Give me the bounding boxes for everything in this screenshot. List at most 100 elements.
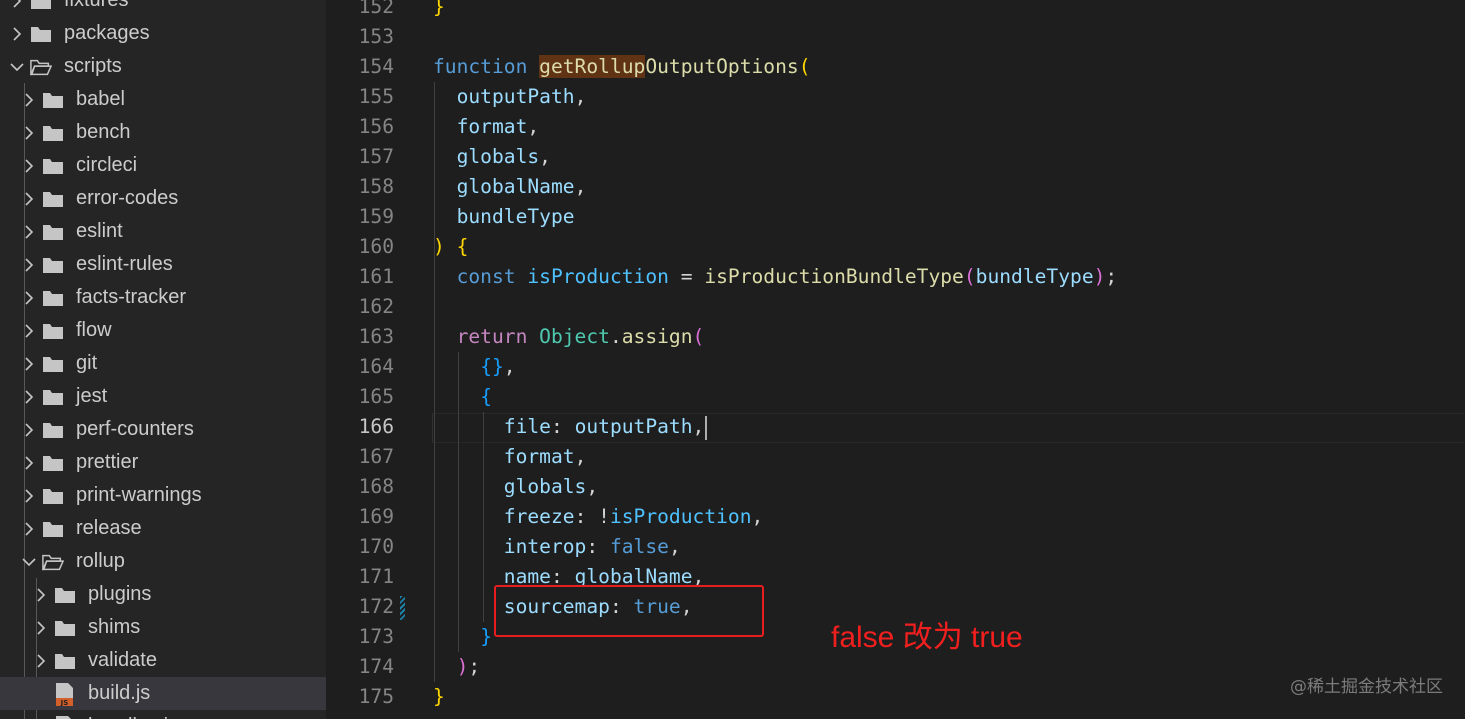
tree-item-label: packages xyxy=(64,22,150,44)
annotation-text: false 改为 true xyxy=(831,621,1023,654)
tree-item-label: scripts xyxy=(64,55,122,77)
tree-item-git[interactable]: git xyxy=(0,347,326,380)
code-line[interactable]: bundleType xyxy=(433,202,575,232)
line-number: 159 xyxy=(358,205,394,228)
chevron-right-icon xyxy=(22,182,36,215)
code-line[interactable]: interop: false, xyxy=(433,532,681,562)
code-line[interactable]: globals, xyxy=(433,142,551,172)
code-line[interactable]: { xyxy=(433,382,492,412)
chevron-right-icon xyxy=(22,149,36,182)
line-number: 170 xyxy=(358,535,394,558)
folder-icon xyxy=(42,190,64,208)
code-line[interactable]: return Object.assign( xyxy=(433,322,705,352)
tree-item-label: bundles.js xyxy=(88,715,178,719)
folder-icon xyxy=(30,0,52,10)
code-token: false xyxy=(609,535,669,558)
tree-item-label: plugins xyxy=(88,583,152,605)
tree-item-facts-tracker[interactable]: facts-tracker xyxy=(0,281,326,314)
tree-item-validate[interactable]: validate xyxy=(0,644,326,677)
code-line[interactable]: format, xyxy=(433,112,540,142)
code-token: const xyxy=(456,265,516,288)
code-line[interactable]: function getRollupOutputOptions( xyxy=(433,52,811,82)
tree-item-error-codes[interactable]: error-codes xyxy=(0,182,326,215)
code-line[interactable]: } xyxy=(433,0,445,22)
code-token: assign xyxy=(621,325,693,348)
chevron-right-icon xyxy=(22,314,36,347)
tree-item-release[interactable]: release xyxy=(0,512,326,545)
tree-item-babel[interactable]: babel xyxy=(0,83,326,116)
code-line[interactable]: globals, xyxy=(433,472,598,502)
code-line[interactable]: globalName, xyxy=(433,172,587,202)
tree-item-label: flow xyxy=(76,319,112,341)
tree-item-bundles-js[interactable]: JSbundles.js xyxy=(0,710,326,719)
tree-item-flow[interactable]: flow xyxy=(0,314,326,347)
code-line[interactable]: } xyxy=(433,682,445,712)
code-line[interactable]: ); xyxy=(433,652,481,682)
code-token: format xyxy=(456,115,528,138)
code-token: = xyxy=(668,265,705,288)
tree-item-eslint[interactable]: eslint xyxy=(0,215,326,248)
tree-item-label: build.js xyxy=(88,682,151,704)
code-token: : xyxy=(550,415,575,438)
tree-item-prettier[interactable]: prettier xyxy=(0,446,326,479)
line-number: 166 xyxy=(358,415,394,438)
tree-item-scripts[interactable]: scripts xyxy=(0,50,326,83)
tree-item-print-warnings[interactable]: print-warnings xyxy=(0,479,326,512)
tree-item-bench[interactable]: bench xyxy=(0,116,326,149)
code-token: , xyxy=(503,355,516,378)
code-line[interactable]: } xyxy=(433,622,492,652)
folder-icon xyxy=(42,256,64,274)
tree-item-perf-counters[interactable]: perf-counters xyxy=(0,413,326,446)
code-line[interactable]: outputPath, xyxy=(433,82,587,112)
tree-item-label: shims xyxy=(88,616,141,638)
code-line[interactable]: const isProduction = isProductionBundleT… xyxy=(433,262,1118,292)
code-token: {} xyxy=(480,355,504,378)
code-token: { xyxy=(480,385,492,408)
code-line[interactable]: {}, xyxy=(433,352,516,382)
tree-item-shims[interactable]: shims xyxy=(0,611,326,644)
tree-item-label: bench xyxy=(76,121,131,143)
folder-icon xyxy=(42,388,64,406)
tree-item-packages[interactable]: packages xyxy=(0,17,326,50)
tree-item-label: facts-tracker xyxy=(76,286,187,308)
code-token: : xyxy=(586,535,610,558)
folder-icon xyxy=(42,289,64,307)
line-number: 175 xyxy=(358,685,394,708)
folder-icon xyxy=(42,421,64,439)
code-line[interactable]: freeze: !isProduction, xyxy=(433,502,764,532)
folder-open-icon xyxy=(30,58,52,76)
line-number: 169 xyxy=(358,505,394,528)
code-token: . xyxy=(609,325,622,348)
tree-item-circleci[interactable]: circleci xyxy=(0,149,326,182)
tree-item-label: error-codes xyxy=(76,187,179,209)
code-token: , xyxy=(751,505,764,528)
tree-item-plugins[interactable]: plugins xyxy=(0,578,326,611)
folder-icon xyxy=(54,619,76,637)
tree-item-fixtures[interactable]: fixtures xyxy=(0,0,326,17)
tree-item-build-js[interactable]: JS build.js xyxy=(0,677,326,710)
folder-icon xyxy=(42,322,64,340)
code-token: bundleType xyxy=(975,265,1094,288)
line-number: 168 xyxy=(358,475,394,498)
tree-item-eslint-rules[interactable]: eslint-rules xyxy=(0,248,326,281)
tree-item-rollup[interactable]: rollup xyxy=(0,545,326,578)
line-number: 162 xyxy=(358,295,394,318)
chevron-right-icon xyxy=(22,248,36,281)
code-line[interactable]: file: outputPath, xyxy=(433,412,708,442)
code-line[interactable]: format, xyxy=(433,442,587,472)
tree-item-label: circleci xyxy=(76,154,138,176)
code-line[interactable]: ) { xyxy=(433,232,468,262)
code-token: globals xyxy=(456,145,540,168)
line-number: 153 xyxy=(358,25,394,48)
tree-item-jest[interactable]: jest xyxy=(0,380,326,413)
code-token: isProduction xyxy=(527,265,669,288)
